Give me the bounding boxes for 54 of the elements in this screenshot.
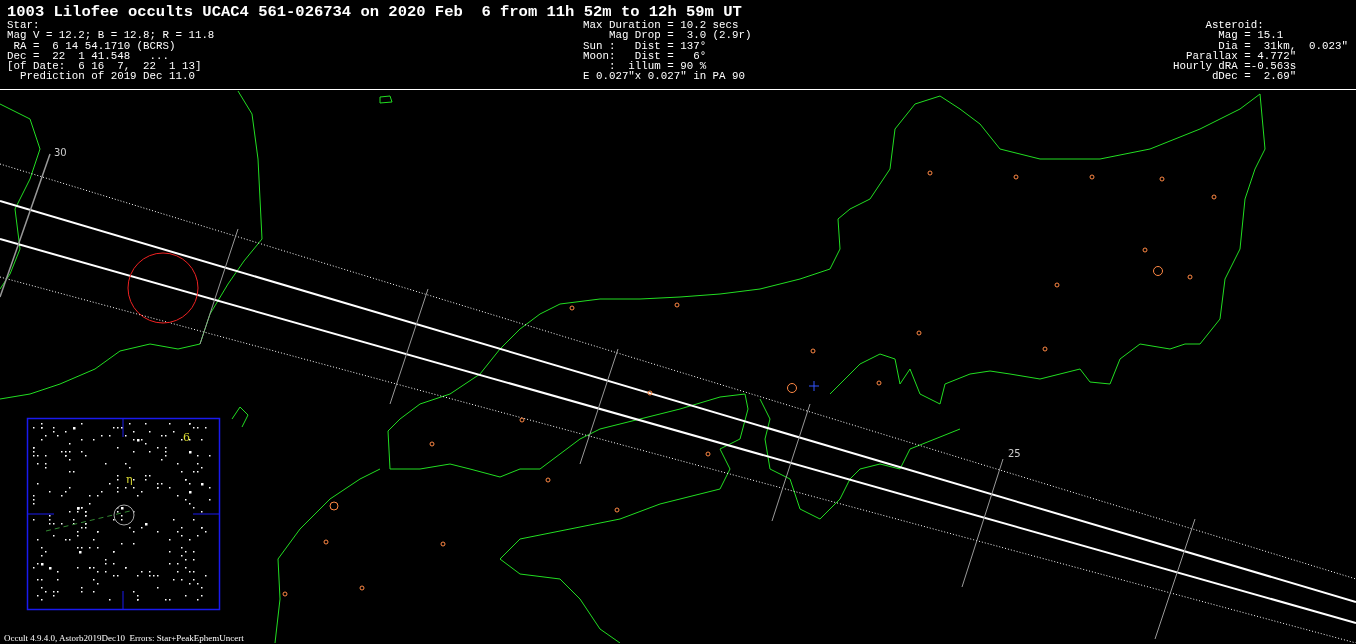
city-marker-icon (329, 501, 339, 511)
city-marker-icon (1211, 194, 1217, 200)
asteroid-info-line: Hourly dRA =-0.563s (1173, 61, 1298, 72)
event-info-line: Mag Drop = 3.0 (2.9r) (607, 30, 753, 41)
asteroid-info-line: Parallax = 4.772" (1185, 50, 1298, 62)
city-marker-icon (876, 380, 882, 386)
site-circle (127, 252, 199, 324)
city-marker-icon (1153, 266, 1163, 276)
city-marker-icon (810, 348, 816, 354)
event-info-line: : illum = 90 % (608, 61, 708, 72)
city-marker-icon (1089, 174, 1095, 180)
city-marker-icon (1142, 247, 1148, 253)
star-label: 6 (183, 431, 190, 444)
city-marker-icon (1159, 176, 1165, 182)
city-marker-icon (1042, 346, 1048, 352)
star-info-line: Star: (7, 20, 41, 31)
event-info-line: Max Duration = 10.2 secs (583, 20, 739, 31)
asteroid-info-line: Mag = 15.1 (1217, 30, 1284, 41)
city-marker-icon (569, 305, 575, 311)
city-marker-icon (674, 302, 680, 308)
city-marker-icon (916, 330, 922, 336)
asteroid-info-line: Asteroid: (1204, 20, 1265, 31)
city-marker-icon (519, 417, 525, 423)
star-info-line: Dec = 22 1 41.548 ... (7, 50, 169, 62)
event-title: 1003 Lilofee occults UCAC4 561-026734 on 2020 Feb 6 from 11h 52m to 12h 59m UT (7, 4, 743, 20)
city-marker-icon (787, 383, 797, 393)
city-marker-icon (429, 441, 435, 447)
city-marker-icon (282, 591, 288, 597)
target-star-circle (113, 504, 135, 526)
star-info-line: Prediction of 2019 Dec 11.0 (19, 71, 195, 82)
star-info-line: [of Date: 6 16 7, 22 1 13] (7, 61, 203, 72)
star-info-line: Mag V = 12.2; B = 12.8; R = 11.8 (7, 30, 216, 41)
city-marker-icon (614, 507, 620, 513)
city-marker-icon (545, 477, 551, 483)
crosshair-icon (808, 380, 820, 392)
city-marker-icon (1054, 282, 1060, 288)
event-info-line: E 0.027"x 0.027" in PA 90 (583, 71, 746, 82)
footer-text: Occult 4.9.4.0, Astorb2019Dec10 Errors: Star+PeakEphemUncert (4, 633, 244, 643)
city-marker-icon (323, 539, 329, 545)
asteroid-info-line: Dia = 31km, 0.023" (1218, 40, 1348, 51)
city-marker-icon (705, 451, 711, 457)
city-marker-icon (927, 170, 933, 176)
star-info-line: RA = 6 14 54.1710 (BCRS) (13, 40, 177, 51)
city-marker-icon (359, 585, 365, 591)
city-marker-icon (1187, 274, 1193, 280)
city-marker-icon (647, 390, 653, 396)
city-marker-icon (1013, 174, 1019, 180)
event-info-line: Moon: Dist = 6° (583, 50, 708, 62)
star-label: η (126, 473, 133, 486)
time-label: 25 (1008, 448, 1021, 459)
time-label: 30 (54, 147, 67, 158)
event-info-line: Sun : Dist = 137° (583, 40, 708, 51)
asteroid-info-line: dDec = 2.69" (1211, 71, 1298, 82)
city-marker-icon (440, 541, 446, 547)
